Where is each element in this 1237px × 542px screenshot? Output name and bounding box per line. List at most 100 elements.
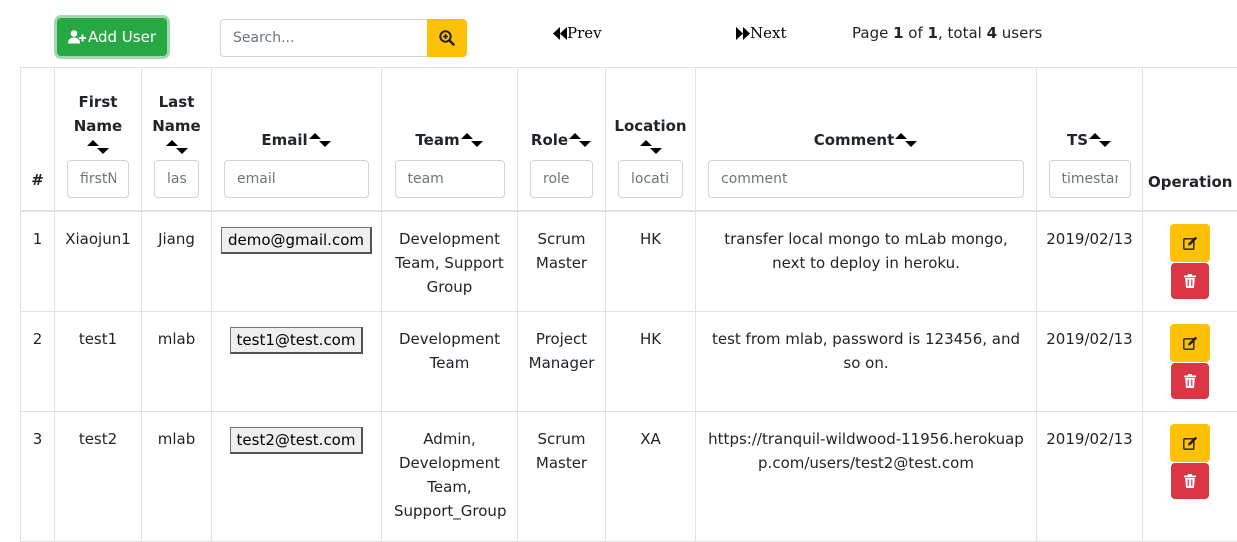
users-total: 4 bbox=[987, 24, 997, 42]
email-button[interactable]: test1@test.com bbox=[230, 327, 364, 354]
trash-icon bbox=[1184, 374, 1196, 388]
filter-first-name-input[interactable] bbox=[67, 160, 129, 198]
filter-location-input[interactable] bbox=[618, 160, 683, 198]
sort-comment-icon[interactable] bbox=[894, 133, 918, 147]
row-last-name: mlab bbox=[142, 312, 212, 412]
sort-email-icon[interactable] bbox=[308, 133, 332, 147]
row-comment: https://tranquil-wildwood-11956.herokuap… bbox=[696, 412, 1037, 542]
edit-icon bbox=[1183, 336, 1198, 350]
first-name-label: First Name bbox=[68, 90, 128, 138]
prev-link[interactable]: Prev bbox=[553, 24, 602, 42]
sort-location-icon[interactable] bbox=[639, 140, 663, 154]
table-row: 3 test2 mlab test2@test.com Admin, Devel… bbox=[21, 412, 1237, 542]
page-of: of bbox=[904, 24, 928, 42]
ts-label: TS bbox=[1067, 131, 1088, 149]
row-location: HK bbox=[606, 312, 696, 412]
row-first-name: test1 bbox=[55, 312, 142, 412]
table-row: 2 test1 mlab test1@test.com Development … bbox=[21, 312, 1237, 412]
last-name-label: Last Name bbox=[152, 90, 202, 138]
edit-button[interactable] bbox=[1170, 224, 1210, 262]
row-team: Development Team, Support Group bbox=[382, 211, 518, 312]
col-index-header: # bbox=[21, 68, 55, 211]
row-email-cell: demo@gmail.com bbox=[212, 211, 382, 312]
row-index: 3 bbox=[21, 412, 55, 542]
edit-icon bbox=[1183, 236, 1198, 250]
team-label: Team bbox=[415, 131, 459, 149]
delete-button[interactable] bbox=[1171, 263, 1209, 299]
filter-team-input[interactable] bbox=[395, 160, 505, 198]
email-label: Email bbox=[261, 131, 307, 149]
zoom-in-icon bbox=[439, 30, 455, 46]
table-row: 1 Xiaojun1 Jiang demo@gmail.com Developm… bbox=[21, 211, 1237, 312]
delete-button[interactable] bbox=[1171, 363, 1209, 399]
role-label: Role bbox=[531, 131, 568, 149]
row-last-name: Jiang bbox=[142, 211, 212, 312]
col-operation-header: Operation bbox=[1143, 68, 1237, 211]
forward-icon bbox=[736, 27, 750, 40]
delete-button[interactable] bbox=[1171, 463, 1209, 499]
row-location: XA bbox=[606, 412, 696, 542]
row-location: HK bbox=[606, 211, 696, 312]
pagination-info: Page 1 of 1, total 4 users bbox=[852, 24, 1042, 42]
filter-comment-input[interactable] bbox=[708, 160, 1024, 198]
edit-button[interactable] bbox=[1170, 424, 1210, 462]
col-last-name-header: Last Name bbox=[142, 68, 212, 211]
row-role: Scrum Master bbox=[518, 412, 606, 542]
table-header-row: # First Name Last Name Email Team Role bbox=[21, 68, 1237, 211]
row-comment: test from mlab, password is 123456, and … bbox=[696, 312, 1037, 412]
next-label: Next bbox=[750, 24, 787, 42]
col-team-header: Team bbox=[382, 68, 518, 211]
next-link[interactable]: Next bbox=[736, 24, 787, 42]
trash-icon bbox=[1184, 274, 1196, 288]
page-current: 1 bbox=[893, 24, 903, 42]
add-user-button[interactable]: Add User bbox=[57, 18, 167, 56]
row-email-cell: test1@test.com bbox=[212, 312, 382, 412]
row-operations bbox=[1143, 312, 1237, 412]
edit-icon bbox=[1183, 436, 1198, 450]
user-plus-icon bbox=[68, 30, 86, 44]
col-comment-header: Comment bbox=[696, 68, 1037, 211]
page-prefix: Page bbox=[852, 24, 893, 42]
row-operations bbox=[1143, 412, 1237, 542]
add-user-label: Add User bbox=[88, 28, 156, 46]
col-role-header: Role bbox=[518, 68, 606, 211]
toolbar: Add User Prev Next Page 1 of 1, total 4 … bbox=[0, 0, 1237, 66]
sort-team-icon[interactable] bbox=[460, 133, 484, 147]
row-comment: transfer local mongo to mLab mongo, next… bbox=[696, 211, 1037, 312]
row-ts: 2019/02/13 bbox=[1037, 312, 1143, 412]
row-first-name: test2 bbox=[55, 412, 142, 542]
location-label: Location bbox=[606, 114, 695, 138]
filter-last-name-input[interactable] bbox=[154, 160, 199, 198]
backward-icon bbox=[553, 27, 567, 40]
sort-ts-icon[interactable] bbox=[1088, 133, 1112, 147]
search-input[interactable] bbox=[220, 19, 428, 57]
row-team: Development Team bbox=[382, 312, 518, 412]
row-email-cell: test2@test.com bbox=[212, 412, 382, 542]
email-button[interactable]: test2@test.com bbox=[230, 427, 364, 454]
prev-label: Prev bbox=[567, 24, 602, 42]
comment-label: Comment bbox=[814, 131, 895, 149]
row-index: 2 bbox=[21, 312, 55, 412]
sort-first-name-icon[interactable] bbox=[86, 140, 110, 154]
col-first-name-header: First Name bbox=[55, 68, 142, 211]
row-last-name: mlab bbox=[142, 412, 212, 542]
total-prefix: , total bbox=[938, 24, 987, 42]
row-ts: 2019/02/13 bbox=[1037, 211, 1143, 312]
edit-button[interactable] bbox=[1170, 324, 1210, 362]
row-index: 1 bbox=[21, 211, 55, 312]
sort-last-name-icon[interactable] bbox=[165, 140, 189, 154]
page-total: 1 bbox=[928, 24, 938, 42]
filter-email-input[interactable] bbox=[224, 160, 369, 198]
filter-ts-input[interactable] bbox=[1049, 160, 1131, 198]
row-first-name: Xiaojun1 bbox=[55, 211, 142, 312]
users-table: # First Name Last Name Email Team Role bbox=[20, 67, 1237, 542]
row-team: Admin, Development Team, Support_Group bbox=[382, 412, 518, 542]
col-email-header: Email bbox=[212, 68, 382, 211]
email-button[interactable]: demo@gmail.com bbox=[221, 227, 372, 254]
filter-role-input[interactable] bbox=[530, 160, 593, 198]
col-location-header: Location bbox=[606, 68, 696, 211]
sort-role-icon[interactable] bbox=[568, 133, 592, 147]
row-operations bbox=[1143, 211, 1237, 312]
search-button[interactable] bbox=[427, 19, 467, 57]
col-ts-header: TS bbox=[1037, 68, 1143, 211]
